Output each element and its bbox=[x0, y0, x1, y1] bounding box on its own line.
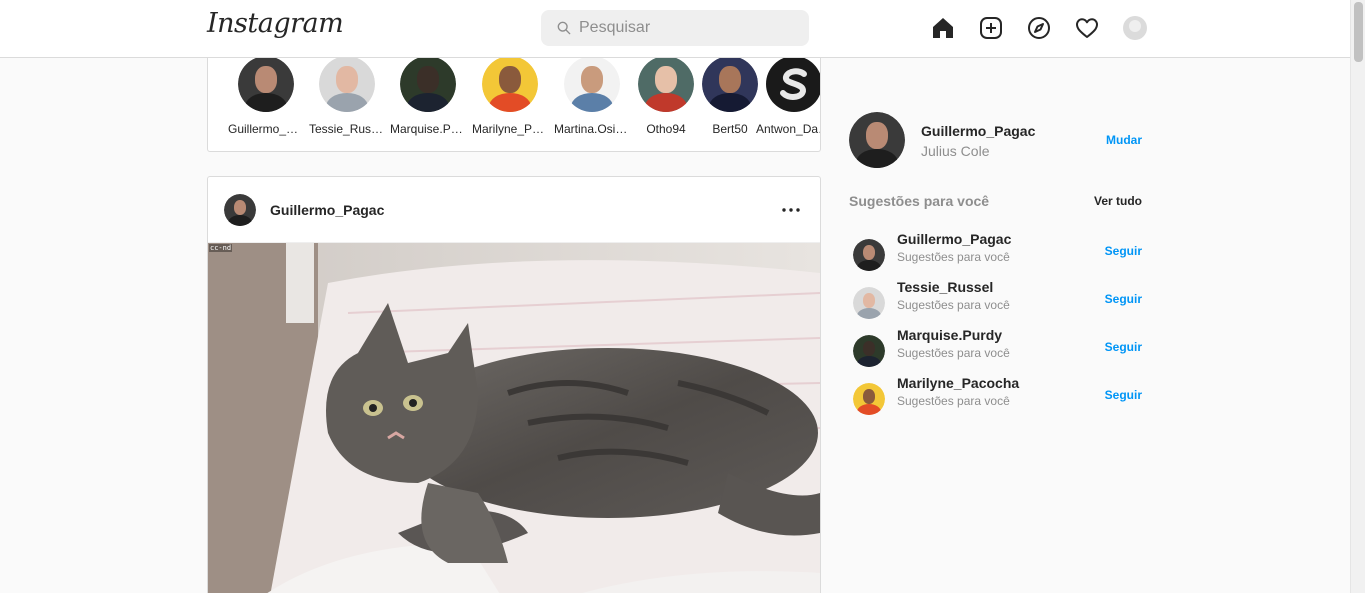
story-avatar bbox=[400, 58, 456, 112]
story-username: Martina.Osinski bbox=[554, 122, 630, 136]
story-item[interactable]: Marquise.Purdy bbox=[390, 58, 466, 136]
suggestion-username[interactable]: Tessie_Russel bbox=[897, 279, 993, 295]
search-icon bbox=[557, 21, 571, 35]
follow-button[interactable]: Seguir bbox=[1105, 340, 1142, 354]
suggestion-avatar[interactable] bbox=[853, 287, 885, 319]
story-avatar bbox=[564, 58, 620, 112]
suggestion-subtitle: Sugestões para você bbox=[897, 394, 1010, 408]
story-avatar bbox=[319, 58, 375, 112]
story-username: Antwon_Daniel bbox=[756, 122, 820, 136]
follow-button[interactable]: Seguir bbox=[1105, 388, 1142, 402]
suggestion-item: Guillermo_Pagac Sugestões para você Segu… bbox=[849, 231, 1142, 271]
profile-avatar[interactable] bbox=[1122, 15, 1148, 41]
stories-tray: Guillermo_Pagac Tessie_Russel Marquise.P… bbox=[207, 58, 821, 152]
story-username: Guillermo_Pagac bbox=[228, 122, 304, 136]
suggestion-subtitle: Sugestões para você bbox=[897, 298, 1010, 312]
s-logo-icon bbox=[780, 68, 807, 100]
story-item[interactable]: Martina.Osinski bbox=[554, 58, 630, 136]
story-username: Tessie_Russel bbox=[309, 122, 385, 136]
current-user-username[interactable]: Guillermo_Pagac bbox=[921, 123, 1035, 139]
top-navigation-bar: Instagram bbox=[0, 0, 1350, 58]
switch-account-button[interactable]: Mudar bbox=[1106, 133, 1142, 147]
kitten-photo bbox=[208, 243, 820, 593]
post-author-avatar[interactable] bbox=[224, 194, 256, 226]
explore-icon[interactable] bbox=[1026, 15, 1052, 41]
story-avatar bbox=[702, 58, 758, 112]
instagram-logo[interactable]: Instagram bbox=[207, 8, 344, 39]
story-avatar bbox=[238, 58, 294, 112]
story-item[interactable]: Marilyne_Pacocha bbox=[472, 58, 548, 136]
image-watermark: cc-nd bbox=[209, 244, 233, 252]
avatar bbox=[1123, 16, 1147, 40]
see-all-button[interactable]: Ver tudo bbox=[1094, 194, 1142, 208]
suggestions-header: Sugestões para você Ver tudo bbox=[849, 193, 1142, 209]
suggestion-item: Marquise.Purdy Sugestões para você Segui… bbox=[849, 327, 1142, 367]
suggestion-username[interactable]: Marquise.Purdy bbox=[897, 327, 1002, 343]
suggestion-subtitle: Sugestões para você bbox=[897, 250, 1010, 264]
post-image[interactable]: cc-nd bbox=[208, 243, 820, 593]
suggestion-subtitle: Sugestões para você bbox=[897, 346, 1010, 360]
suggestion-username[interactable]: Guillermo_Pagac bbox=[897, 231, 1011, 247]
suggestions-title: Sugestões para você bbox=[849, 193, 990, 209]
post-header: Guillermo_Pagac bbox=[208, 177, 820, 243]
suggestion-avatar[interactable] bbox=[853, 239, 885, 271]
suggestion-item: Marilyne_Pacocha Sugestões para você Seg… bbox=[849, 375, 1142, 415]
home-icon[interactable] bbox=[930, 15, 956, 41]
suggestion-avatar[interactable] bbox=[853, 335, 885, 367]
suggestion-item: Tessie_Russel Sugestões para você Seguir bbox=[849, 279, 1142, 319]
page-scrollbar[interactable] bbox=[1350, 0, 1365, 593]
story-avatar bbox=[482, 58, 538, 112]
story-username: Marilyne_Pacocha bbox=[472, 122, 548, 136]
story-avatar bbox=[766, 58, 820, 112]
current-user-panel: Guillermo_Pagac Julius Cole Mudar bbox=[849, 112, 1142, 168]
story-item[interactable]: Antwon_Daniel bbox=[756, 58, 820, 136]
story-item[interactable]: Tessie_Russel bbox=[309, 58, 385, 136]
current-user-full-name: Julius Cole bbox=[921, 143, 990, 159]
more-options-icon[interactable] bbox=[780, 199, 802, 221]
post-author-username[interactable]: Guillermo_Pagac bbox=[270, 202, 384, 218]
new-post-icon[interactable] bbox=[978, 15, 1004, 41]
feed-post: Guillermo_Pagac cc-nd bbox=[207, 176, 821, 593]
search-box[interactable] bbox=[541, 10, 809, 46]
story-item[interactable]: Guillermo_Pagac bbox=[228, 58, 304, 136]
suggestion-avatar[interactable] bbox=[853, 383, 885, 415]
story-avatar bbox=[638, 58, 694, 112]
activity-heart-icon[interactable] bbox=[1074, 15, 1100, 41]
suggestion-username[interactable]: Marilyne_Pacocha bbox=[897, 375, 1019, 391]
current-user-avatar[interactable] bbox=[849, 112, 905, 168]
search-input[interactable] bbox=[579, 19, 799, 37]
scrollbar-thumb[interactable] bbox=[1354, 2, 1363, 62]
follow-button[interactable]: Seguir bbox=[1105, 292, 1142, 306]
follow-button[interactable]: Seguir bbox=[1105, 244, 1142, 258]
story-username: Marquise.Purdy bbox=[390, 122, 466, 136]
